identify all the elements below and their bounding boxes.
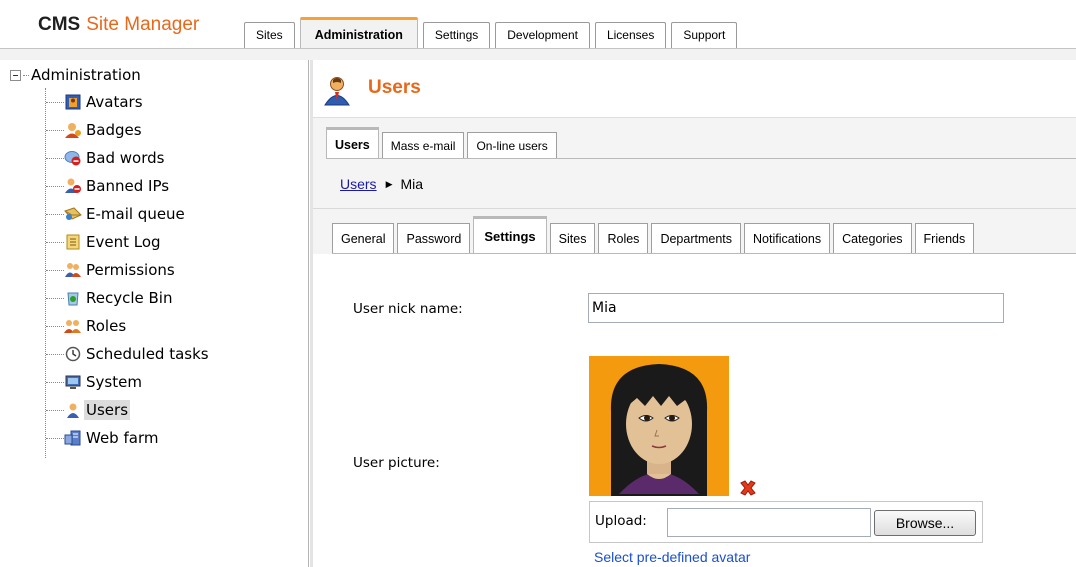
breadcrumb: Users ▶ Mia — [340, 176, 423, 192]
recycle-bin-icon — [64, 289, 82, 307]
tree-item-permissions[interactable]: Permissions — [46, 257, 177, 283]
subtab-divider — [326, 158, 1076, 159]
tab-password[interactable]: Password — [397, 223, 471, 254]
tab-departments[interactable]: Departments — [651, 223, 741, 254]
admin-tree-panel: Administration Avatars Badges Bad words … — [0, 60, 309, 567]
tree-item-badges[interactable]: Badges — [46, 117, 144, 143]
tree-item-scheduled-tasks[interactable]: Scheduled tasks — [46, 341, 211, 367]
tree-item-label: Recycle Bin — [86, 289, 173, 307]
content-panel: Users Users Mass e-mail On-line users Us… — [310, 60, 1076, 567]
tree-item-web-farm[interactable]: Web farm — [46, 425, 160, 451]
avatars-icon — [64, 93, 82, 111]
tree-item-label: Event Log — [86, 233, 161, 251]
user-subtabs: Users Mass e-mail On-line users — [326, 127, 560, 159]
tab-user-settings[interactable]: Settings — [473, 216, 547, 254]
tree-item-label: Avatars — [86, 93, 143, 111]
tab-general[interactable]: General — [332, 223, 395, 254]
collapse-icon[interactable] — [10, 69, 21, 81]
user-detail-tabs: General Password Settings Sites Roles De… — [332, 216, 977, 254]
tree-item-label: Banned IPs — [86, 177, 170, 195]
tab-sites[interactable]: Sites — [244, 22, 295, 48]
tab-roles[interactable]: Roles — [598, 223, 649, 254]
permissions-icon — [64, 261, 82, 279]
upload-panel: Upload: Browse... — [589, 501, 983, 543]
tree-item-email-queue[interactable]: E-mail queue — [46, 201, 187, 227]
breadcrumb-current: Mia — [400, 176, 424, 192]
tab-licenses[interactable]: Licenses — [594, 22, 667, 48]
logo-bold-text: CMS — [38, 14, 81, 35]
main-tabs: Sites Administration Settings Developmen… — [244, 17, 742, 48]
tree-item-roles[interactable]: Roles — [46, 313, 128, 339]
browse-button[interactable]: Browse... — [874, 510, 976, 536]
tree-item-label: Web farm — [86, 429, 159, 447]
tree-root[interactable]: Administration — [10, 66, 141, 84]
scheduled-tasks-icon — [64, 345, 82, 363]
tree-item-bad-words[interactable]: Bad words — [46, 145, 166, 171]
web-farm-icon — [64, 429, 82, 447]
subtab-online-users[interactable]: On-line users — [467, 132, 557, 159]
email-queue-icon — [64, 205, 82, 223]
tab-administration[interactable]: Administration — [299, 17, 418, 48]
tab-settings[interactable]: Settings — [422, 22, 491, 48]
delete-x-icon[interactable] — [738, 478, 758, 498]
tree-item-label: Bad words — [86, 149, 165, 167]
subtab-users[interactable]: Users — [326, 127, 379, 159]
event-log-icon — [64, 233, 82, 251]
badges-icon — [64, 121, 82, 139]
tab-user-sites[interactable]: Sites — [549, 223, 596, 254]
user-avatar-image — [589, 356, 729, 496]
top-header: CMS Site Manager Sites Administration Set… — [0, 0, 1076, 60]
tree-item-avatars[interactable]: Avatars — [46, 89, 145, 115]
breadcrumb-users-link[interactable]: Users — [340, 176, 377, 192]
tab-categories[interactable]: Categories — [833, 223, 912, 254]
tree-item-event-log[interactable]: Event Log — [46, 229, 163, 255]
nick-name-label: User nick name: — [353, 301, 463, 317]
upload-label: Upload: — [595, 513, 647, 529]
content-tabs-divider — [332, 253, 1076, 254]
subtab-mass-email[interactable]: Mass e-mail — [381, 132, 465, 159]
tree-item-banned-ips[interactable]: Banned IPs — [46, 173, 171, 199]
header-divider — [0, 48, 1076, 60]
banned-ips-icon — [64, 177, 82, 195]
roles-icon — [64, 317, 82, 335]
upload-file-input[interactable] — [667, 508, 871, 537]
tree-item-label: System — [86, 373, 142, 391]
tree-item-users[interactable]: Users — [46, 397, 131, 423]
tree-connector — [23, 74, 29, 76]
tree-item-label: Scheduled tasks — [86, 345, 209, 363]
tree-item-label: E-mail queue — [86, 205, 185, 223]
tab-notifications[interactable]: Notifications — [744, 223, 831, 254]
system-icon — [64, 373, 82, 391]
tree-item-label: Badges — [86, 121, 142, 139]
tab-friends[interactable]: Friends — [914, 223, 975, 254]
tab-support[interactable]: Support — [671, 22, 738, 48]
tree-item-label: Roles — [86, 317, 127, 335]
tree-item-label: Users — [84, 400, 131, 420]
app-logo: CMS Site Manager — [38, 14, 199, 36]
triangle-right-icon: ▶ — [385, 178, 393, 189]
nick-name-input[interactable]: Mia — [588, 293, 1004, 323]
tree-item-label: Permissions — [86, 261, 175, 279]
tab-development[interactable]: Development — [495, 22, 590, 48]
users-icon — [64, 401, 82, 419]
select-predefined-avatar-link[interactable]: Select pre-defined avatar — [594, 549, 750, 565]
tree-item-system[interactable]: System — [46, 369, 144, 395]
user-picture-label: User picture: — [353, 455, 440, 471]
page-header: Users — [313, 60, 1076, 118]
bad-words-icon — [64, 149, 82, 167]
tree-item-recycle-bin[interactable]: Recycle Bin — [46, 285, 174, 311]
logo-text: Site Manager — [86, 14, 200, 35]
page-title: Users — [368, 77, 421, 98]
user-icon — [324, 76, 350, 106]
tree-root-label: Administration — [31, 66, 141, 84]
